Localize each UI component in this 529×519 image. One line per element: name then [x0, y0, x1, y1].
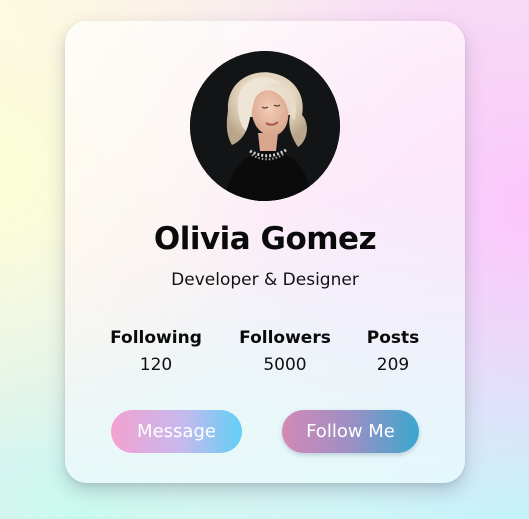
avatar	[190, 51, 340, 201]
stat-following: Following 120	[96, 326, 216, 376]
stats-row: Following 120 Followers 5000 Posts 209	[65, 326, 465, 386]
profile-card: Olivia Gomez Developer & Designer Follow…	[65, 21, 465, 483]
stat-value: 209	[376, 355, 410, 375]
stat-label: Following	[110, 328, 202, 348]
profile-name: Olivia Gomez	[153, 221, 377, 257]
stat-label: Followers	[239, 328, 331, 348]
stat-value: 5000	[263, 355, 307, 375]
stat-posts: Posts 209	[333, 326, 453, 376]
stat-label: Posts	[366, 328, 420, 348]
message-button[interactable]: Message	[111, 410, 242, 453]
stat-followers: Followers 5000	[225, 326, 345, 376]
avatar-photo	[190, 51, 340, 201]
profile-title: Developer & Designer	[171, 270, 359, 290]
stat-value: 120	[139, 355, 173, 375]
follow-button[interactable]: Follow Me	[282, 410, 419, 453]
